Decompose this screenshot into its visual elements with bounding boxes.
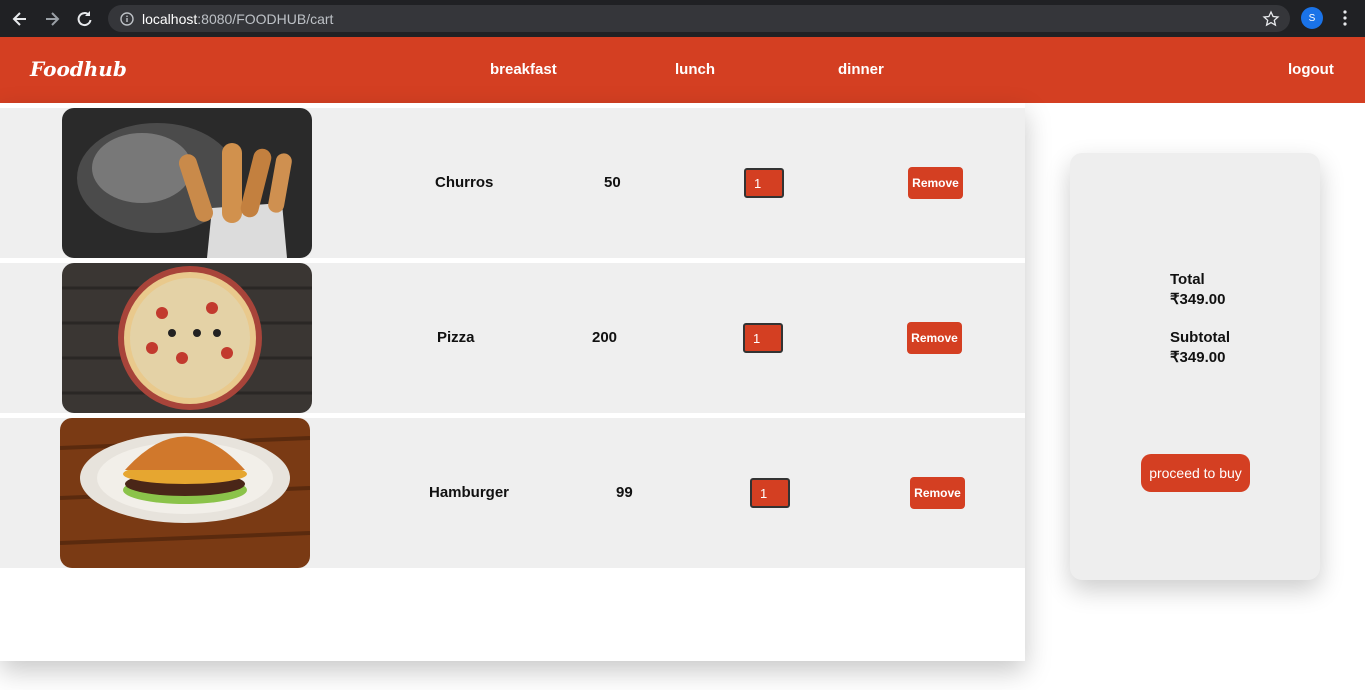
profile-avatar[interactable]: S bbox=[1301, 7, 1323, 29]
address-bar[interactable]: localhost:8080/FOODHUB/cart bbox=[108, 5, 1290, 32]
nav-breakfast[interactable]: breakfast bbox=[490, 61, 557, 78]
cart-row-hamburger: Hamburger 99 Remove bbox=[0, 418, 1025, 568]
quantity-input[interactable] bbox=[743, 323, 783, 353]
total-label: Total bbox=[1170, 271, 1205, 288]
item-price: 50 bbox=[604, 174, 621, 191]
subtotal-value: ₹349.00 bbox=[1170, 349, 1226, 366]
cart-panel: Churros 50 Remove bbox=[0, 103, 1025, 661]
remove-button[interactable]: Remove bbox=[907, 322, 962, 354]
item-name: Pizza bbox=[437, 329, 475, 346]
site-header: Foodhub breakfast lunch dinner logout bbox=[0, 37, 1365, 103]
item-price: 99 bbox=[616, 484, 633, 501]
item-name: Hamburger bbox=[429, 484, 510, 501]
remove-button[interactable]: Remove bbox=[908, 167, 963, 199]
quantity-input[interactable] bbox=[744, 168, 784, 198]
url-text[interactable]: localhost:8080/FOODHUB/cart bbox=[142, 11, 333, 27]
logout-link[interactable]: logout bbox=[1288, 61, 1334, 78]
forward-icon[interactable] bbox=[40, 7, 64, 31]
cart-row-pizza: Pizza 200 Remove bbox=[0, 263, 1025, 413]
item-price: 200 bbox=[592, 329, 618, 346]
nav-dinner[interactable]: dinner bbox=[838, 61, 884, 78]
bookmark-star-icon[interactable] bbox=[1262, 10, 1280, 28]
subtotal-label: Subtotal bbox=[1170, 329, 1230, 346]
nav-lunch[interactable]: lunch bbox=[675, 61, 715, 78]
pizza-image bbox=[62, 263, 312, 413]
item-name: Churros bbox=[435, 174, 494, 191]
browser-menu-icon[interactable] bbox=[1336, 9, 1354, 27]
reload-icon[interactable] bbox=[72, 7, 96, 31]
churros-image bbox=[62, 108, 312, 258]
total-value: ₹349.00 bbox=[1170, 291, 1226, 308]
hamburger-image bbox=[60, 418, 310, 568]
browser-toolbar: localhost:8080/FOODHUB/cart S bbox=[0, 0, 1365, 37]
quantity-input[interactable] bbox=[750, 478, 790, 508]
site-logo[interactable]: Foodhub bbox=[30, 57, 127, 81]
proceed-to-buy-button[interactable]: proceed to buy bbox=[1141, 454, 1250, 492]
info-icon[interactable] bbox=[120, 11, 134, 26]
order-summary-card: Total ₹349.00 Subtotal ₹349.00 proceed t… bbox=[1070, 153, 1320, 580]
cart-row-churros: Churros 50 Remove bbox=[0, 108, 1025, 258]
remove-button[interactable]: Remove bbox=[910, 477, 965, 509]
back-icon[interactable] bbox=[8, 7, 32, 31]
